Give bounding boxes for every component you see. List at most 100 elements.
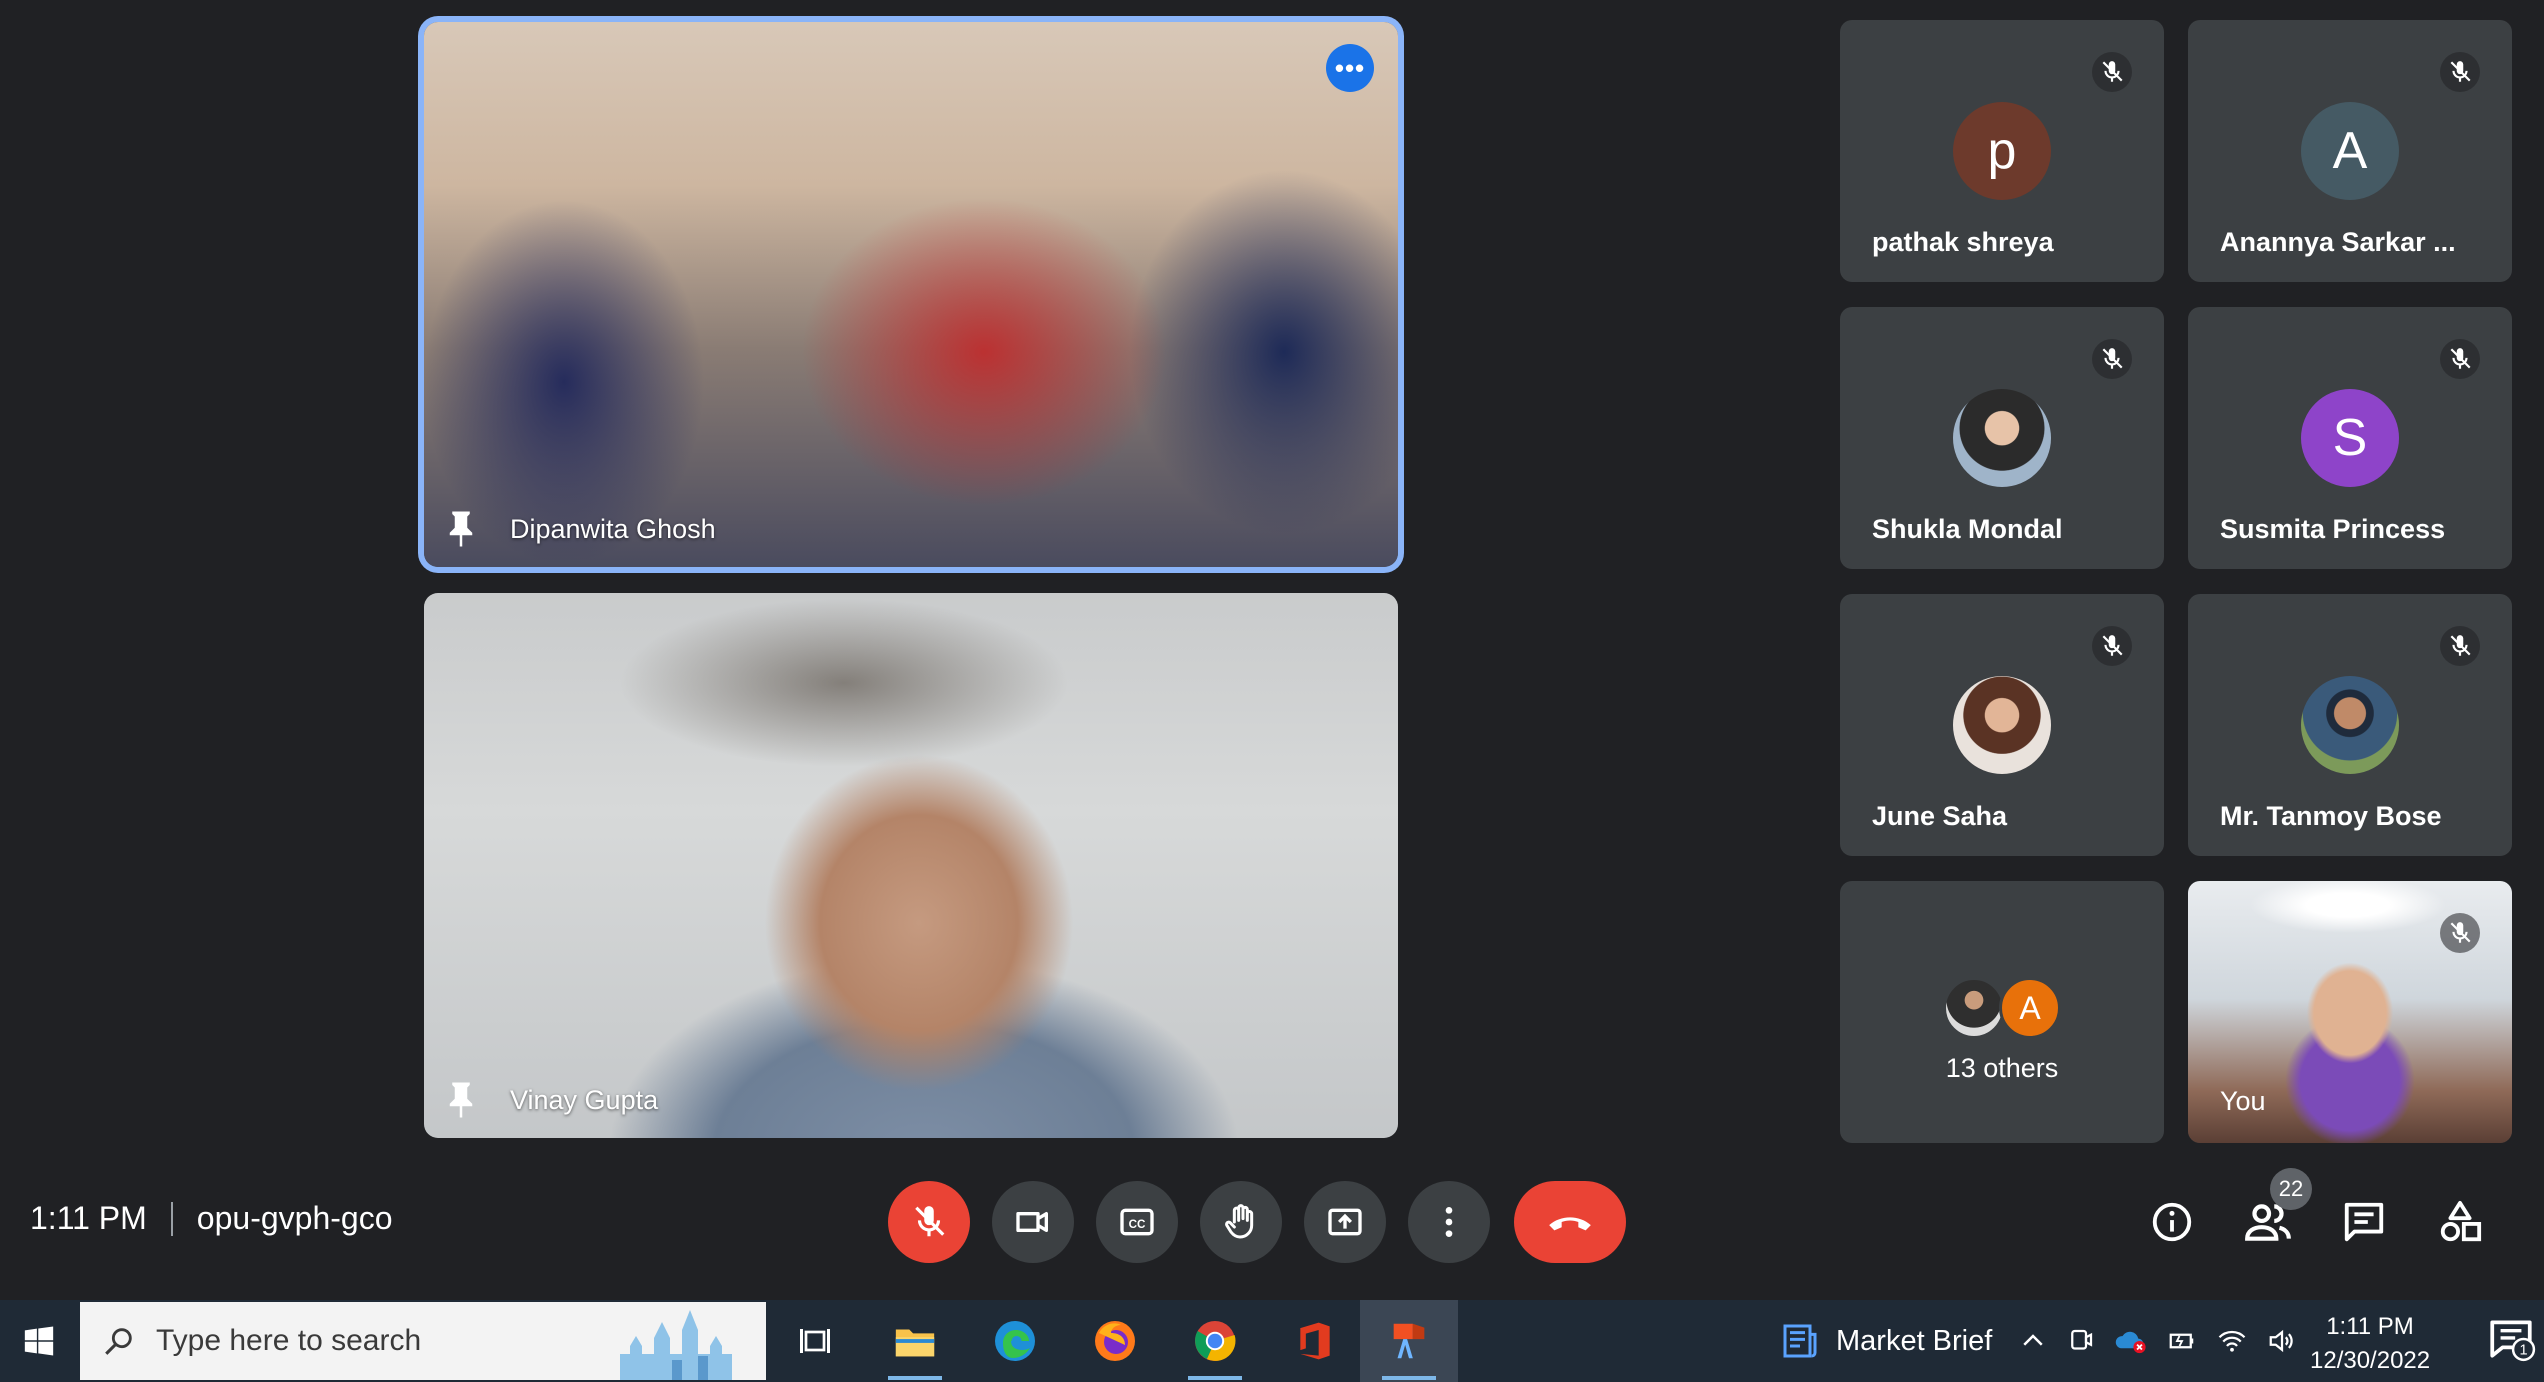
shapes-icon: [2440, 1200, 2482, 1242]
mic-off-icon: [2440, 913, 2480, 953]
taskbar-search-box[interactable]: Type here to search: [80, 1302, 766, 1380]
task-view-icon: [800, 1329, 830, 1353]
avatar: p: [1953, 102, 2051, 200]
news-widget[interactable]: Market Brief: [1780, 1300, 1992, 1382]
mic-toggle-button[interactable]: [888, 1181, 970, 1263]
avatar-photo: [1953, 389, 2051, 487]
svg-text:CC: CC: [1129, 1218, 1146, 1231]
firefox-button[interactable]: [1066, 1300, 1164, 1382]
mic-off-icon: [2092, 339, 2132, 379]
pin-icon[interactable]: [446, 509, 476, 549]
side-tile-shukla[interactable]: Shukla Mondal: [1840, 307, 2164, 569]
chat-icon: [2344, 1202, 2384, 1242]
taskbar-date: 12/30/2022: [2310, 1347, 2431, 1374]
others-avatar-stack: A: [1943, 977, 2061, 1039]
castle-illustration-icon: [620, 1310, 732, 1380]
wifi-icon[interactable]: [2216, 1326, 2248, 1356]
video-feed: [424, 22, 1398, 567]
hand-icon: [1225, 1204, 1254, 1239]
participant-name: pathak shreya: [1872, 227, 2054, 257]
participant-name: Mr. Tanmoy Bose: [2220, 801, 2442, 831]
camera-toggle-button[interactable]: [992, 1181, 1074, 1263]
chrome-button[interactable]: [1166, 1300, 1264, 1382]
meet-now-icon[interactable]: [2066, 1326, 2096, 1356]
windows-taskbar: Type here to search Market Brief 1:11 PM…: [0, 1300, 2544, 1382]
pin-icon[interactable]: [446, 1080, 476, 1120]
more-vert-icon: [1445, 1207, 1453, 1237]
office-icon: [1300, 1322, 1330, 1360]
side-tile-june[interactable]: June Saha: [1840, 594, 2164, 856]
avatar: S: [2301, 389, 2399, 487]
participant-count-badge: 22: [2270, 1168, 2312, 1210]
activities-button[interactable]: [2430, 1192, 2490, 1252]
news-label: Market Brief: [1836, 1324, 1993, 1357]
main-tile-vinay[interactable]: Vinay Gupta: [424, 593, 1398, 1138]
raise-hand-button[interactable]: [1200, 1181, 1282, 1263]
active-app-button[interactable]: [1360, 1300, 1458, 1382]
avatar-photo: [1953, 676, 2051, 774]
meet-stage: ••• Dipanwita Ghosh Vinay Gupta p pathak…: [0, 0, 2544, 1300]
notification-icon: 1: [2490, 1320, 2536, 1362]
info-icon: [2152, 1202, 2192, 1242]
edge-browser-button[interactable]: [966, 1300, 1064, 1382]
chevron-up-icon[interactable]: [2018, 1326, 2048, 1356]
captions-button[interactable]: CC: [1096, 1181, 1178, 1263]
participant-name: Susmita Princess: [2220, 514, 2446, 544]
start-button[interactable]: [0, 1300, 78, 1382]
main-tile-dipanwita[interactable]: ••• Dipanwita Ghosh: [424, 22, 1398, 567]
tile-name-label: Vinay Gupta: [446, 1080, 658, 1120]
folder-icon: [895, 1329, 935, 1357]
participant-name: Shukla Mondal: [1872, 514, 2063, 544]
side-tile-others[interactable]: A 13 others: [1840, 881, 2164, 1143]
participant-name: You: [2220, 1086, 2266, 1116]
notification-center-button[interactable]: 1: [2486, 1314, 2536, 1369]
side-tile-susmita[interactable]: S Susmita Princess: [2188, 307, 2512, 569]
participant-name: Vinay Gupta: [510, 1084, 659, 1115]
firefox-icon: [1095, 1321, 1135, 1361]
present-screen-button[interactable]: [1304, 1181, 1386, 1263]
volume-icon[interactable]: [2266, 1326, 2298, 1356]
file-explorer-button[interactable]: [866, 1300, 964, 1382]
office-button[interactable]: [1266, 1300, 1364, 1382]
present-screen-icon: [1328, 1208, 1362, 1236]
task-view-button[interactable]: [766, 1300, 864, 1382]
notification-count: 1: [2519, 1343, 2527, 1359]
mic-off-icon: [2092, 52, 2132, 92]
taskbar-time: 1:11 PM: [2326, 1313, 2414, 1340]
captions-icon: CC: [1120, 1208, 1154, 1236]
windows-logo-icon: [24, 1326, 54, 1356]
self-tile[interactable]: You: [2188, 881, 2512, 1143]
taskbar-clock[interactable]: 1:11 PM 12/30/2022: [2310, 1310, 2430, 1378]
mic-off-icon: [2440, 52, 2480, 92]
tile-more-options-icon[interactable]: •••: [1326, 44, 1374, 92]
leave-call-button[interactable]: [1514, 1181, 1626, 1263]
participant-name: Dipanwita Ghosh: [510, 513, 716, 544]
tile-name-label: Dipanwita Ghosh: [446, 509, 716, 549]
mic-off-icon: [2092, 626, 2132, 666]
edge-icon: [995, 1321, 1035, 1361]
onedrive-error-icon[interactable]: [2114, 1326, 2148, 1356]
side-tile-anannya[interactable]: A Anannya Sarkar ...: [2188, 20, 2512, 282]
avatar: A: [2301, 102, 2399, 200]
avatar: A: [1999, 977, 2061, 1039]
news-icon: [1783, 1324, 1817, 1358]
mic-off-icon: [915, 1206, 945, 1237]
chrome-icon: [1195, 1321, 1236, 1361]
others-count-label: 13 others: [1945, 1053, 2059, 1083]
chat-button[interactable]: [2334, 1192, 2394, 1252]
side-tile-pathak[interactable]: p pathak shreya: [1840, 20, 2164, 282]
participant-name: Anannya Sarkar ...: [2220, 227, 2456, 257]
meeting-time: 1:11 PM: [30, 1200, 147, 1236]
system-tray: [2018, 1300, 2298, 1382]
side-tile-tanmoy[interactable]: Mr. Tanmoy Bose: [2188, 594, 2512, 856]
mic-off-icon: [2440, 339, 2480, 379]
battery-icon[interactable]: [2166, 1326, 2198, 1356]
hang-up-icon: [1549, 1217, 1591, 1231]
people-button[interactable]: 22: [2238, 1168, 2312, 1252]
more-options-button[interactable]: [1408, 1181, 1490, 1263]
mic-off-icon: [2440, 626, 2480, 666]
meeting-details-button[interactable]: [2142, 1192, 2202, 1252]
video-feed: [424, 593, 1398, 1138]
divider: [170, 1201, 173, 1236]
meeting-code[interactable]: opu-gvph-gco: [197, 1200, 393, 1237]
